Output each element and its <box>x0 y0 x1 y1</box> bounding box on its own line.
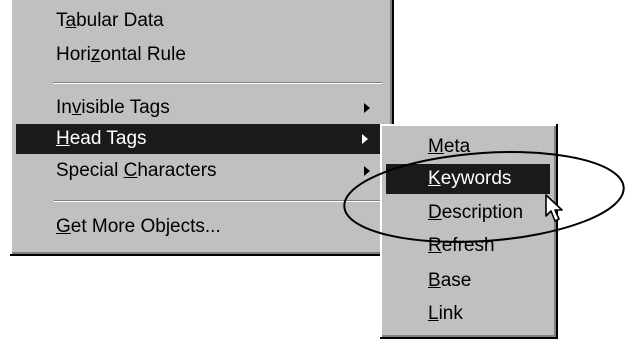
menu-item-mnemonic: H <box>56 128 70 149</box>
menu-item-horizontal-rule[interactable]: Horizontal Rule <box>10 40 388 70</box>
menu-item-label: efresh <box>441 235 495 256</box>
menu-separator <box>54 200 382 202</box>
submenu-arrow-icon <box>364 103 370 113</box>
menu-item-mnemonic: D <box>428 202 442 223</box>
submenu-item-refresh[interactable]: Refresh <box>380 231 552 261</box>
menu-item-label: In <box>56 97 72 118</box>
submenu-item-base[interactable]: Base <box>380 266 552 296</box>
menu-item-label: haracters <box>137 160 217 181</box>
submenu-item-keywords[interactable]: Keywords <box>386 164 550 194</box>
submenu-item-meta[interactable]: Meta <box>380 132 552 162</box>
menu-item-special-characters[interactable]: Special Characters <box>10 156 388 186</box>
menu-item-mnemonic: L <box>428 303 439 324</box>
menu-item-label: et More Objects... <box>70 216 221 237</box>
menu-item-label: bular Data <box>76 10 164 31</box>
menu-item-mnemonic: G <box>56 216 71 237</box>
menu-item-mnemonic: K <box>428 168 441 189</box>
menu-item-label: eywords <box>440 168 512 189</box>
menu-item-label: Hori <box>56 44 91 65</box>
menu-item-mnemonic: R <box>428 235 442 256</box>
head-tags-submenu: Meta Keywords Description Refresh Base L… <box>380 124 558 339</box>
menu-item-label: eta <box>443 136 471 157</box>
menu-item-label: Special <box>56 160 124 181</box>
menu-item-tabular-data[interactable]: Tabular Data <box>10 6 388 36</box>
menu-separator <box>54 82 382 84</box>
menu-item-label: ink <box>438 303 463 324</box>
menu-item-mnemonic: v <box>71 97 82 118</box>
submenu-item-link[interactable]: Link <box>380 299 552 329</box>
menu-item-label: ontal Rule <box>100 44 186 65</box>
menu-item-label: escription <box>441 202 524 223</box>
objects-menu: Tabular Data Horizontal Rule Invisible T… <box>10 0 394 256</box>
menu-item-invisible-tags[interactable]: Invisible Tags <box>10 93 388 123</box>
menu-item-label: T <box>56 10 66 31</box>
menu-item-label: ead Tags <box>69 128 147 149</box>
submenu-arrow-icon <box>362 134 368 144</box>
menu-item-mnemonic: B <box>428 270 441 291</box>
menu-item-mnemonic: C <box>123 160 138 181</box>
menu-item-label: isible Tags <box>81 97 170 118</box>
submenu-arrow-icon <box>364 166 370 176</box>
mouse-cursor-icon <box>545 194 563 222</box>
menu-item-mnemonic: z <box>90 44 101 65</box>
menu-item-mnemonic: M <box>428 136 444 157</box>
menu-item-head-tags[interactable]: Head Tags <box>16 124 386 154</box>
menu-item-mnemonic: a <box>65 10 77 31</box>
menu-item-get-more-objects[interactable]: Get More Objects... <box>10 212 388 242</box>
menu-item-label: ase <box>440 270 472 291</box>
submenu-item-description[interactable]: Description <box>380 198 552 228</box>
